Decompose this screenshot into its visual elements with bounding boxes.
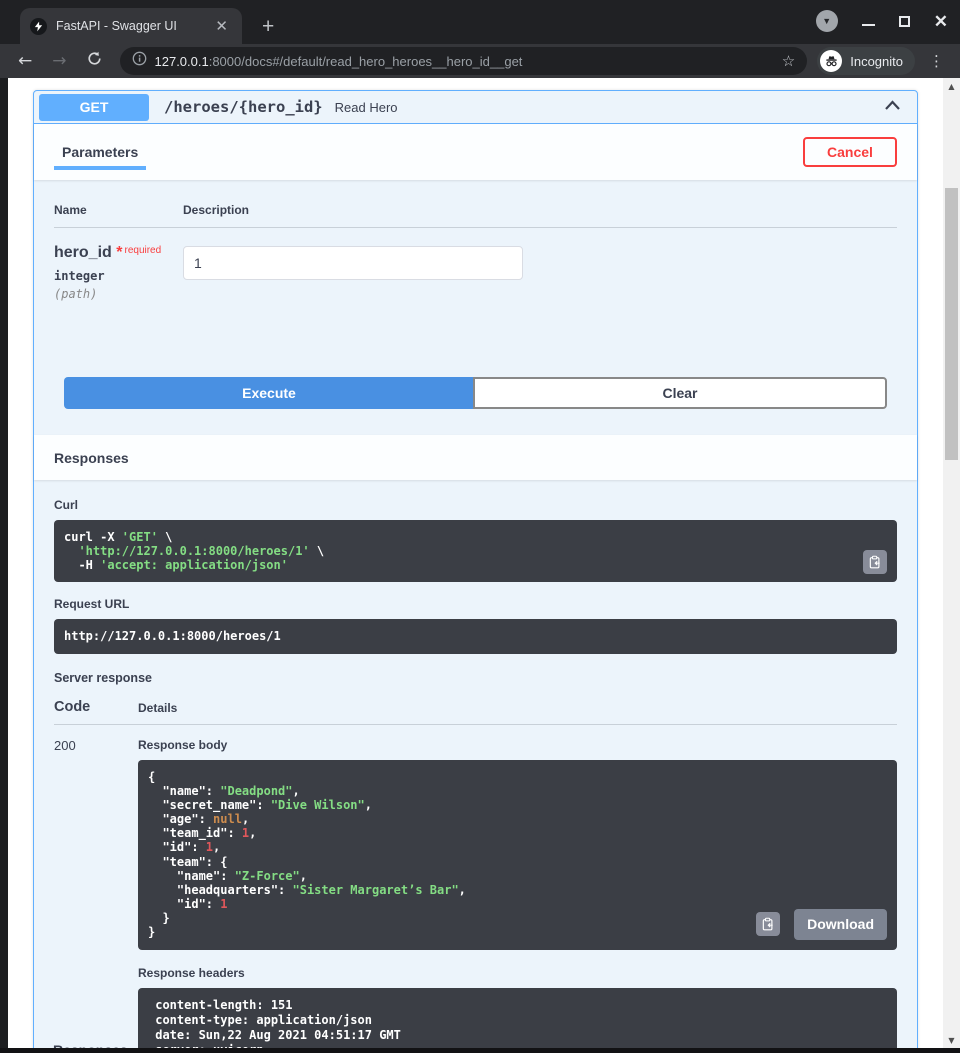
- tab-strip: FastAPI - Swagger UI ✕ + ▼ ✕: [0, 0, 960, 44]
- incognito-label: Incognito: [850, 54, 903, 69]
- server-response-table-head: Code Details: [54, 699, 897, 725]
- tab-title: FastAPI - Swagger UI: [56, 19, 202, 33]
- window-controls: ▼ ✕: [816, 10, 948, 32]
- operation-path: /heroes/{hero_id}: [164, 98, 323, 116]
- copy-curl-button[interactable]: [863, 550, 887, 574]
- parameters-table: Name Description hero_id *required integ…: [34, 180, 917, 301]
- responses-title: Responses: [54, 450, 129, 466]
- window-menu-icon[interactable]: ▼: [816, 10, 838, 32]
- required-star: *: [116, 244, 122, 261]
- status-code: 200: [54, 738, 138, 1048]
- page-scrollbar[interactable]: ▲ ▼: [943, 78, 960, 1048]
- tab-parameters: Parameters: [54, 124, 146, 180]
- content-area: GET /heroes/{hero_id} Read Hero Paramete…: [0, 78, 960, 1048]
- reload-icon[interactable]: [79, 51, 110, 71]
- scroll-up-icon[interactable]: ▲: [943, 78, 960, 94]
- parameters-table-head: Name Description: [54, 203, 897, 228]
- param-description-cell: [183, 244, 523, 301]
- copy-response-button[interactable]: [756, 912, 780, 936]
- param-name: hero_id *required: [54, 244, 183, 262]
- operation-summary: Read Hero: [335, 100, 884, 115]
- request-url-label: Request URL: [54, 597, 897, 611]
- name-column-header: Name: [54, 203, 183, 217]
- scrollbar-thumb[interactable]: [945, 188, 958, 460]
- maximize-icon[interactable]: [899, 16, 910, 27]
- param-location: (path): [54, 287, 183, 301]
- new-tab-button[interactable]: +: [256, 16, 280, 37]
- url-text: 127.0.0.1:8000/docs#/default/read_hero_h…: [155, 54, 774, 69]
- browser-tab[interactable]: FastAPI - Swagger UI ✕: [20, 8, 242, 44]
- address-bar[interactable]: 127.0.0.1:8000/docs#/default/read_hero_h…: [120, 47, 808, 75]
- response-body-block: { "name": "Deadpond", "secret_name": "Di…: [138, 760, 897, 950]
- parameters-section-header: Parameters Cancel: [34, 124, 917, 180]
- url-path: :8000/docs#/default/read_hero_heroes__he…: [209, 54, 523, 69]
- close-window-icon[interactable]: ✕: [934, 13, 948, 30]
- next-responses-title: Responses: [53, 1042, 128, 1048]
- incognito-icon: [820, 50, 842, 72]
- request-url-value: http://127.0.0.1:8000/heroes/1: [64, 629, 281, 643]
- response-body-label: Response body: [138, 738, 897, 752]
- tab-close-icon[interactable]: ✕: [211, 17, 232, 36]
- swagger-page: GET /heroes/{hero_id} Read Hero Paramete…: [8, 78, 943, 1048]
- hero-id-input[interactable]: [183, 246, 523, 280]
- response-headers-block: content-length: 151 content-type: applic…: [138, 988, 897, 1049]
- window-frame-bottom: [0, 1048, 960, 1053]
- server-response-label: Server response: [54, 671, 897, 685]
- details-column-header: Details: [138, 701, 177, 715]
- param-name-cell: hero_id *required integer (path): [54, 244, 183, 301]
- param-type: integer: [54, 269, 183, 283]
- download-button[interactable]: Download: [794, 909, 887, 940]
- cancel-button[interactable]: Cancel: [803, 137, 897, 167]
- curl-label: Curl: [54, 498, 897, 512]
- url-host: 127.0.0.1: [155, 54, 209, 69]
- responses-section-header: Responses: [34, 435, 917, 480]
- forward-icon[interactable]: →: [44, 51, 74, 71]
- browser-toolbar: ← → 127.0.0.1:8000/docs#/default/read_he…: [0, 44, 960, 78]
- response-headers-label: Response headers: [138, 966, 897, 980]
- fastapi-favicon-icon: [30, 18, 47, 35]
- method-badge: GET: [39, 94, 149, 121]
- response-actions: Download: [756, 909, 887, 940]
- incognito-badge: Incognito: [817, 47, 915, 75]
- page-info-icon[interactable]: [132, 51, 147, 71]
- operation-header[interactable]: GET /heroes/{hero_id} Read Hero: [34, 91, 917, 124]
- responses-body: Curl curl -X 'GET' \ 'http://127.0.0.1:8…: [34, 480, 917, 1048]
- table-row: 200 Response body { "name": "Deadpond", …: [54, 725, 897, 1048]
- bookmark-star-icon[interactable]: ☆: [782, 52, 795, 70]
- execute-button[interactable]: Execute: [64, 377, 474, 409]
- table-row: hero_id *required integer (path): [54, 228, 897, 301]
- scroll-down-icon[interactable]: ▼: [943, 1032, 960, 1048]
- required-label: required: [124, 245, 161, 256]
- response-details-cell: Response body { "name": "Deadpond", "sec…: [138, 738, 897, 1048]
- back-icon[interactable]: ←: [10, 51, 40, 71]
- request-url-block: http://127.0.0.1:8000/heroes/1: [54, 619, 897, 653]
- minimize-icon[interactable]: [862, 24, 875, 26]
- curl-command-block: curl -X 'GET' \ 'http://127.0.0.1:8000/h…: [54, 520, 897, 582]
- description-column-header: Description: [183, 203, 249, 217]
- browser-menu-icon[interactable]: ⋮: [923, 52, 950, 70]
- code-column-header: Code: [54, 699, 138, 715]
- collapse-chevron-icon[interactable]: [884, 98, 901, 116]
- execute-wrapper: Execute Clear: [34, 357, 917, 435]
- browser-window: FastAPI - Swagger UI ✕ + ▼ ✕ ← → 127.0.0…: [0, 0, 960, 1053]
- operation-block: GET /heroes/{hero_id} Read Hero Paramete…: [33, 90, 918, 1048]
- clear-button[interactable]: Clear: [473, 377, 887, 409]
